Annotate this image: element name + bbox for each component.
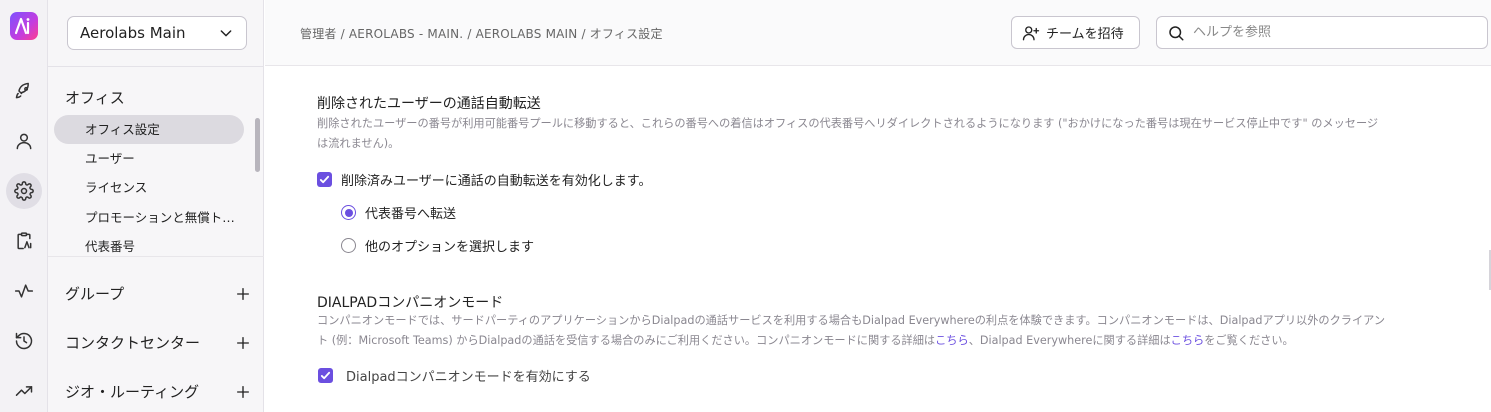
dialpad-logo[interactable]	[10, 12, 38, 40]
top-header: 管理者 / AEROLABS - MAIN. / AEROLABS MAIN /…	[265, 0, 1491, 66]
forwarding-desc-line2: は流れません)。	[317, 137, 400, 150]
nav-item-promotions[interactable]: プロモーションと無償トライアル	[54, 203, 244, 232]
rail-settings-button[interactable]	[6, 173, 42, 209]
breadcrumb[interactable]: 管理者 / AEROLABS - MAIN. / AEROLABS MAIN /…	[300, 25, 663, 42]
nav-group-label: コンタクトセンター	[65, 334, 201, 352]
clipboard-icon	[17, 232, 32, 250]
plus-icon[interactable]	[235, 384, 251, 400]
rail-activity-button[interactable]	[6, 273, 42, 309]
radio-unselected[interactable]	[341, 238, 356, 253]
app-window: Aerolabs Main オフィス オフィス設定 ユーザー ライセンス プロモ…	[0, 0, 1491, 412]
check-icon	[319, 175, 330, 184]
office-selector-label: Aerolabs Main	[80, 24, 186, 42]
forward-option-main-number[interactable]: 代表番号へ転送	[341, 203, 456, 222]
nav-section-office[interactable]: オフィス	[65, 87, 125, 108]
nav-item-users[interactable]: ユーザー	[54, 144, 244, 173]
help-search-box[interactable]	[1156, 16, 1488, 49]
nav-item-licenses[interactable]: ライセンス	[54, 173, 244, 202]
nav-divider	[48, 66, 264, 67]
forwarding-setting-description: 削除されたユーザーの番号が利用可能番号プールに移動すると、これらの番号への着信は…	[317, 114, 1457, 154]
office-selector[interactable]: Aerolabs Main	[67, 16, 247, 50]
invite-team-button[interactable]: チームを招待	[1011, 16, 1140, 49]
plus-icon[interactable]	[235, 335, 251, 351]
forward-option-label: 他のオプションを選択します	[365, 240, 535, 255]
rail-history-button[interactable]	[6, 323, 42, 359]
nav-group-label: ジオ・ルーティング	[65, 383, 200, 401]
companion-setting-title: DIALPADコンパニオンモード	[317, 295, 504, 311]
nav-divider-lower	[48, 256, 264, 257]
companion-desc-line2: ト (例：Microsoft Teams) からDialpadの通話を受信する場…	[317, 331, 1457, 351]
checkbox-checked[interactable]	[317, 172, 332, 187]
companion-setting-description: コンパニオンモードでは、サードパーティのアプリケーションからDialpadの通話…	[317, 311, 1457, 351]
forward-option-label: 代表番号へ転送	[365, 207, 457, 222]
settings-nav-panel: Aerolabs Main オフィス オフィス設定 ユーザー ライセンス プロモ…	[48, 0, 264, 412]
checkbox-checked[interactable]	[318, 368, 333, 383]
forwarding-enable-checkbox[interactable]: 削除済みユーザーに通話の自動転送を有効化します。	[317, 170, 651, 189]
companion-enable-checkbox[interactable]: Dialpadコンパニオンモードを有効にする	[318, 366, 591, 385]
settings-content: 削除されたユーザーの通話自動転送 削除されたユーザーの番号が利用可能番号プールに…	[265, 66, 1491, 412]
companion-desc-text-a: ト (例：Microsoft Teams) からDialpadの通話を受信する場…	[317, 334, 936, 347]
forward-option-other[interactable]: 他のオプションを選択します	[341, 236, 534, 255]
gear-icon	[14, 181, 34, 201]
forwarding-setting-title: 削除されたユーザーの通話自動転送	[317, 96, 541, 112]
nav-group-geo-routing[interactable]: ジオ・ルーティング	[65, 381, 251, 402]
rocket-icon	[15, 82, 29, 99]
invite-team-label: チームを招待	[1046, 27, 1124, 42]
nav-scrollbar[interactable]	[255, 118, 260, 172]
nav-group-contact-center[interactable]: コンタクトセンター	[65, 332, 251, 353]
rail-trends-button[interactable]	[6, 373, 42, 409]
forwarding-desc-line1: 削除されたユーザーの番号が利用可能番号プールに移動すると、これらの番号への着信は…	[317, 117, 1379, 130]
nav-item-office-settings[interactable]: オフィス設定	[54, 115, 244, 144]
companion-enable-label: Dialpadコンパニオンモードを有効にする	[346, 370, 591, 385]
rail-people-button[interactable]	[6, 123, 42, 159]
plus-icon[interactable]	[235, 286, 251, 302]
chevron-down-icon	[220, 30, 232, 37]
companion-mode-details-link[interactable]: こちら	[935, 334, 969, 347]
trending-icon	[15, 386, 33, 396]
help-search-input[interactable]	[1193, 25, 1473, 40]
companion-desc-line1: コンパニオンモードでは、サードパーティのアプリケーションからDialpadの通話…	[317, 314, 1386, 327]
check-icon	[320, 371, 331, 380]
rail-analytics-button[interactable]	[6, 223, 42, 259]
companion-desc-text-b: 、Dialpad Everywhereに関する詳細は	[968, 334, 1171, 347]
nav-group-groups[interactable]: グループ	[65, 283, 251, 304]
forwarding-enable-label: 削除済みユーザーに通話の自動転送を有効化します。	[341, 174, 652, 189]
person-icon	[16, 133, 32, 150]
radio-selected[interactable]	[341, 205, 356, 220]
activity-icon	[14, 284, 34, 298]
rail-launch-button[interactable]	[6, 73, 42, 109]
add-person-icon	[1022, 25, 1040, 40]
history-icon	[15, 332, 33, 350]
nav-group-label: グループ	[65, 285, 125, 303]
search-icon	[1169, 25, 1184, 40]
logo-glyph-icon	[14, 17, 30, 35]
icon-rail	[0, 0, 48, 412]
companion-desc-text-c: をご覧ください。	[1204, 334, 1294, 347]
dialpad-everywhere-details-link[interactable]: こちら	[1171, 334, 1205, 347]
